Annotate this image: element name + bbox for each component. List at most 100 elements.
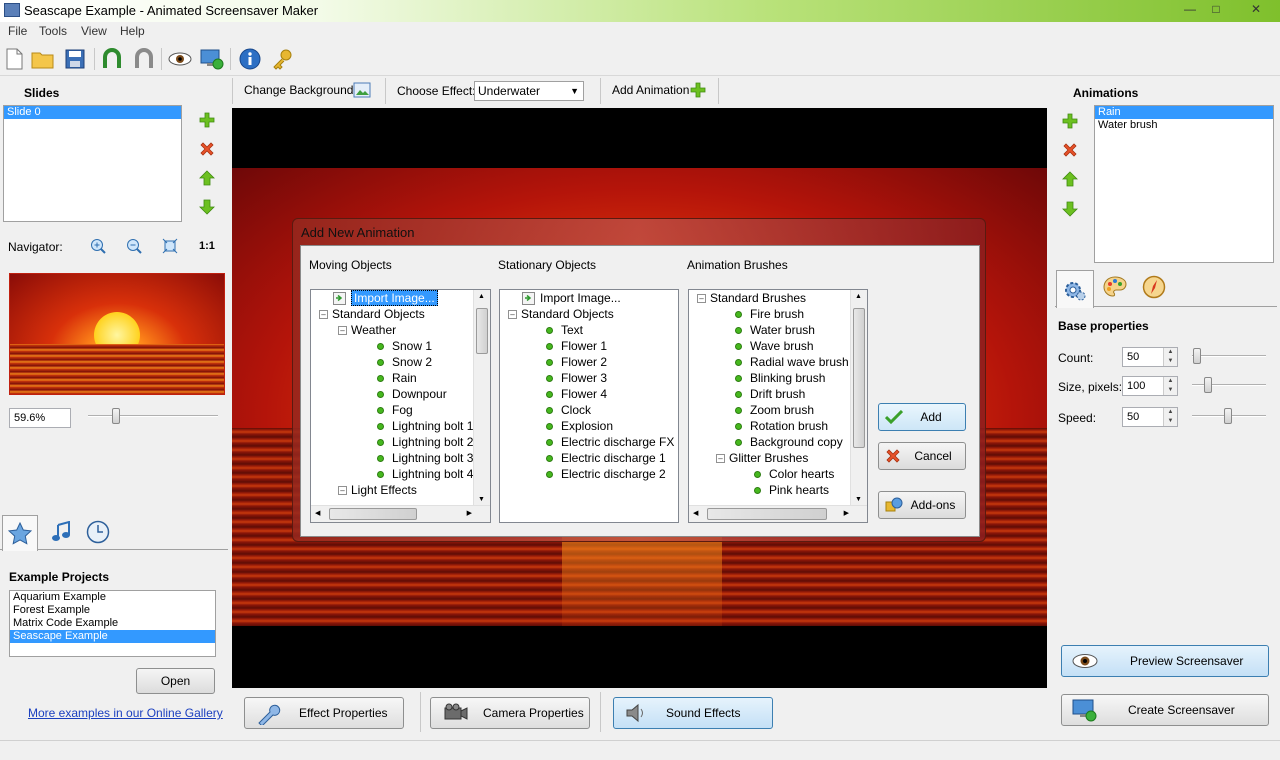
add-slide-icon[interactable] xyxy=(197,110,217,130)
collapse-icon[interactable]: – xyxy=(697,294,706,304)
tree-item[interactable]: Color hearts xyxy=(754,466,834,482)
slides-list[interactable]: Slide 0 xyxy=(3,105,182,222)
example-item[interactable]: Matrix Code Example xyxy=(10,617,215,630)
preview-screensaver-button[interactable]: Preview Screensaver xyxy=(1061,645,1269,677)
create-screensaver-button[interactable]: Create Screensaver xyxy=(1061,694,1269,726)
count-spinner[interactable]: 50 ▲ ▼ xyxy=(1122,347,1178,367)
tree-item[interactable]: Flower 3 xyxy=(546,370,607,386)
open-button[interactable]: Open xyxy=(136,668,215,694)
tree-item[interactable]: Electric discharge 1 xyxy=(546,450,666,466)
tab-base-properties[interactable] xyxy=(1056,270,1094,308)
maximize-button[interactable]: □ xyxy=(1203,1,1229,19)
tree-item[interactable]: Clock xyxy=(546,402,591,418)
scroll-left-icon[interactable]: ◀ xyxy=(315,509,320,517)
tab-examples[interactable] xyxy=(2,515,38,551)
move-animation-down-icon[interactable] xyxy=(1060,199,1080,219)
camera-properties-button[interactable]: Camera Properties xyxy=(430,697,590,729)
horizontal-scrollbar[interactable]: ◀ ▶ xyxy=(311,505,490,522)
tree-item[interactable]: Rain xyxy=(377,370,417,386)
tab-motion[interactable] xyxy=(1136,270,1172,304)
navigator-preview[interactable] xyxy=(9,273,225,395)
moving-objects-tree[interactable]: Import Image... – Standard Objects – Weath… xyxy=(310,289,491,523)
save-icon[interactable] xyxy=(62,46,88,72)
scroll-down-icon[interactable]: ▼ xyxy=(855,496,862,503)
move-animation-up-icon[interactable] xyxy=(1060,169,1080,189)
new-file-icon[interactable] xyxy=(1,46,27,72)
horizontal-scrollbar[interactable]: ◀ ▶ xyxy=(689,505,867,522)
vertical-scrollbar[interactable]: ▲ ▼ xyxy=(850,290,867,506)
menu-view[interactable]: View xyxy=(81,24,107,38)
effect-select[interactable]: Underwater ▼ xyxy=(474,81,584,101)
collapse-icon[interactable]: – xyxy=(508,310,517,320)
collapse-icon[interactable]: – xyxy=(716,454,725,464)
tree-item[interactable]: Background copy xyxy=(735,434,843,450)
zoom-slider-thumb[interactable] xyxy=(112,408,120,424)
change-background-icon[interactable] xyxy=(352,80,372,100)
online-gallery-link[interactable]: More examples in our Online Gallery xyxy=(28,706,223,720)
add-animation-item-icon[interactable] xyxy=(1060,111,1080,131)
preview-eye-icon[interactable] xyxy=(167,46,193,72)
move-slide-down-icon[interactable] xyxy=(197,197,217,217)
tree-item[interactable]: Flower 1 xyxy=(546,338,607,354)
tree-item[interactable]: Rotation brush xyxy=(735,418,828,434)
example-item-selected[interactable]: Seascape Example xyxy=(10,630,215,643)
tree-item[interactable]: Drift brush xyxy=(735,386,805,402)
tree-item[interactable]: Zoom brush xyxy=(735,402,814,418)
tab-clock[interactable] xyxy=(80,515,116,549)
scroll-up-icon[interactable]: ▲ xyxy=(478,293,485,300)
delete-animation-icon[interactable] xyxy=(1060,140,1080,160)
tree-item-group[interactable]: – Weather xyxy=(338,322,396,338)
redo-icon[interactable] xyxy=(131,46,157,72)
tree-item-import-image[interactable]: Import Image... xyxy=(522,290,621,306)
scroll-thumb[interactable] xyxy=(853,308,865,448)
tree-item[interactable]: Lightning bolt 2 xyxy=(377,434,473,450)
speed-slider-thumb[interactable] xyxy=(1223,408,1232,424)
zoom-value-field[interactable]: 59.6% xyxy=(9,408,71,428)
tree-item[interactable]: Fire brush xyxy=(735,306,804,322)
actual-size-button[interactable]: 1:1 xyxy=(199,240,215,252)
tree-item[interactable]: Pink hearts xyxy=(754,482,829,498)
tree-item-group[interactable]: – Standard Objects xyxy=(319,306,425,322)
spinner-arrows-icon[interactable]: ▲ ▼ xyxy=(1163,377,1177,395)
change-background-label[interactable]: Change Background xyxy=(244,83,353,97)
tree-item[interactable]: Downpour xyxy=(377,386,447,402)
zoom-in-icon[interactable] xyxy=(88,236,108,256)
scroll-right-icon[interactable]: ▶ xyxy=(467,509,472,517)
stationary-objects-tree[interactable]: Import Image... – Standard Objects Text F… xyxy=(499,289,679,523)
zoom-slider[interactable] xyxy=(88,415,218,417)
cancel-button[interactable]: Cancel xyxy=(878,442,966,470)
add-animation-icon[interactable] xyxy=(688,80,708,100)
fit-to-window-icon[interactable] xyxy=(160,236,180,256)
tree-item[interactable]: Water brush xyxy=(735,322,815,338)
size-slider-thumb[interactable] xyxy=(1203,377,1212,393)
tree-item[interactable]: Explosion xyxy=(546,418,613,434)
zoom-out-icon[interactable] xyxy=(124,236,144,256)
count-slider-thumb[interactable] xyxy=(1193,348,1202,364)
tree-item-group[interactable]: – Light Effects xyxy=(338,482,417,498)
scroll-right-icon[interactable]: ▶ xyxy=(844,509,849,517)
example-projects-list[interactable]: Aquarium Example Forest Example Matrix C… xyxy=(9,590,216,657)
menu-help[interactable]: Help xyxy=(120,24,145,38)
menu-file[interactable]: File xyxy=(8,24,27,38)
effect-properties-button[interactable]: Effect Properties xyxy=(244,697,404,729)
add-button[interactable]: Add xyxy=(878,403,966,431)
tree-item[interactable]: Snow 1 xyxy=(377,338,432,354)
tree-item[interactable]: Wave brush xyxy=(735,338,814,354)
tree-item-import-image[interactable]: Import Image... xyxy=(333,290,438,306)
example-item[interactable]: Aquarium Example xyxy=(10,591,215,604)
create-screensaver-icon[interactable] xyxy=(199,46,225,72)
spinner-arrows-icon[interactable]: ▲ ▼ xyxy=(1163,408,1177,426)
addons-button[interactable]: Add-ons xyxy=(878,491,966,519)
minimize-button[interactable]: — xyxy=(1177,1,1203,19)
tree-item-group[interactable]: – Standard Brushes xyxy=(697,290,806,306)
spinner-arrows-icon[interactable]: ▲ ▼ xyxy=(1163,348,1177,366)
animations-list[interactable]: Rain Water brush xyxy=(1094,105,1274,263)
tree-item[interactable]: Text xyxy=(546,322,583,338)
tree-item[interactable]: Electric discharge FX xyxy=(546,434,674,450)
tree-item[interactable]: Lightning bolt 4 xyxy=(377,466,473,482)
key-icon[interactable] xyxy=(269,46,295,72)
speed-spinner[interactable]: 50 ▲ ▼ xyxy=(1122,407,1178,427)
tree-item-group[interactable]: – Glitter Brushes xyxy=(716,450,808,466)
slide-item[interactable]: Slide 0 xyxy=(4,106,181,119)
tree-item[interactable]: Lightning bolt 1 xyxy=(377,418,473,434)
